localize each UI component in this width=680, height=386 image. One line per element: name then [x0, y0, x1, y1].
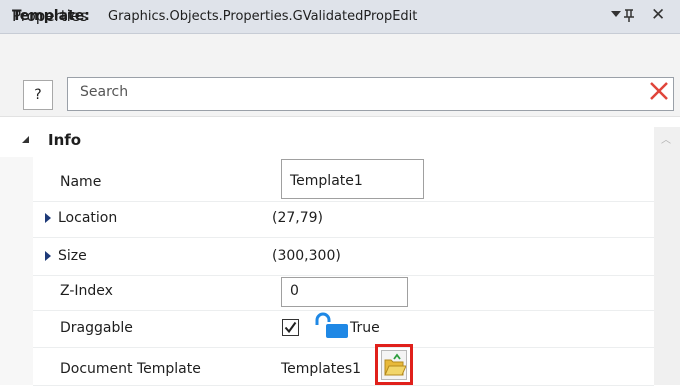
draggable-value: True: [350, 320, 380, 336]
expand-triangle-icon[interactable]: [45, 213, 51, 223]
pin-icon[interactable]: [623, 8, 635, 26]
pin-icon-graphic: [624, 9, 634, 22]
browse-template-button[interactable]: [381, 350, 407, 380]
dropdown-arrow-icon[interactable]: [611, 11, 621, 17]
clear-search-graphic: [650, 82, 668, 100]
row-gutter: [0, 157, 33, 385]
property-row-location[interactable]: [33, 201, 654, 238]
template-label: Template:: [12, 8, 90, 24]
name-value: Template1: [290, 173, 363, 189]
template-value: Graphics.Objects.Properties.GValidatedPr…: [108, 9, 418, 24]
close-icon[interactable]: ✕: [651, 5, 665, 25]
scroll-up-icon[interactable]: ︿: [661, 131, 671, 146]
size-value: (300,300): [272, 248, 341, 264]
category-label: Info: [48, 131, 82, 149]
vertical-scrollbar[interactable]: [654, 127, 680, 385]
property-name: Size: [58, 248, 87, 264]
unlocked-padlock-icon[interactable]: [314, 312, 350, 338]
zindex-input[interactable]: [281, 277, 408, 307]
expand-triangle-icon[interactable]: [45, 251, 51, 261]
padlock-graphic: [315, 312, 348, 338]
document-template-value: Templates1: [281, 361, 362, 377]
template-header: [0, 34, 680, 72]
folder-open-icon: [384, 353, 407, 376]
property-row-size[interactable]: [33, 237, 654, 276]
category-row[interactable]: [0, 127, 680, 157]
collapse-triangle-icon[interactable]: [22, 136, 29, 143]
draggable-checkbox[interactable]: [282, 319, 299, 336]
property-name: Z-Index: [60, 283, 113, 299]
checkbox-graphic: [282, 319, 299, 336]
property-name: Location: [58, 210, 118, 226]
search-input[interactable]: [67, 77, 674, 111]
property-name: Name: [60, 174, 102, 190]
clear-search-icon[interactable]: [648, 80, 670, 102]
zindex-value: 0: [290, 283, 299, 299]
help-button[interactable]: ?: [23, 80, 53, 110]
location-value: (27,79): [272, 210, 324, 226]
property-name: Draggable: [60, 320, 133, 336]
property-name: Document Template: [60, 361, 201, 377]
search-placeholder: Search: [80, 84, 129, 100]
